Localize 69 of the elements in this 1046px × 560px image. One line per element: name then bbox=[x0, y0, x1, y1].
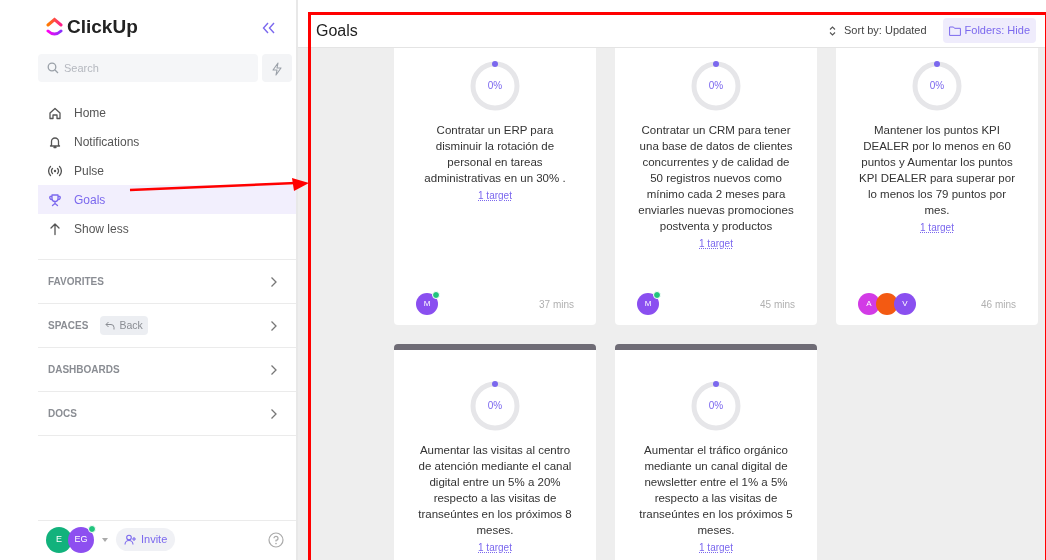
lightning-icon bbox=[271, 61, 283, 76]
goal-title: Aumentar el tráfico orgánico mediante un canal digital de newsletter entre el 1% a 5% respecto a las visitas de transeúntes en los próximos 5 meses. bbox=[638, 443, 794, 538]
progress-percent: 0% bbox=[929, 81, 945, 91]
goal-title: Aumentar las visitas al centro de atención mediante el canal digital entre un 5% a 20% respecto a las visitas de transeúntes en los próximos 8 meses. bbox=[417, 443, 573, 538]
goal-card[interactable]: 0% Contratar un ERP para disminuir la rotación de personal en tareas administrativas en un 30% . 1 target M 37 mins bbox=[394, 48, 596, 325]
page-title: Goals bbox=[316, 20, 358, 41]
return-arrow-icon bbox=[105, 321, 116, 330]
chevron-right-icon bbox=[270, 408, 278, 421]
progress-ring bbox=[469, 60, 521, 112]
progress-ring bbox=[690, 60, 742, 112]
avatar[interactable]: EG bbox=[68, 526, 94, 553]
double-chevron-icon bbox=[262, 21, 276, 34]
targets-link[interactable]: 1 target bbox=[920, 222, 954, 234]
updated-time: 37 mins bbox=[539, 297, 574, 312]
sort-icon bbox=[829, 25, 836, 36]
updated-time: 45 mins bbox=[760, 297, 795, 312]
broadcast-icon bbox=[48, 163, 62, 178]
logo-icon bbox=[46, 17, 63, 37]
chevron-right-icon bbox=[270, 320, 278, 333]
folders-toggle-button[interactable]: Folders: Hide bbox=[942, 18, 1036, 43]
home-icon bbox=[48, 105, 62, 120]
caret-down-icon bbox=[102, 538, 108, 543]
help-icon bbox=[268, 532, 284, 549]
progress-ring bbox=[469, 380, 521, 432]
goal-card[interactable]: 0% Mantener los puntos KPI DEALER por lo menos en 60 puntos y Aumentar los puntos KPI DEALER para superar por lo menos los 79 puntos por mes. 1 target A V 46 mins bbox=[836, 48, 1038, 325]
avatar[interactable]: M bbox=[637, 293, 659, 315]
avatar[interactable]: M bbox=[416, 293, 438, 315]
goal-title: Contratar un CRM para tener una base de datos de clientes concurrentes y de calidad de 50 registros nuevos como mínimo cada 2 meses para enviarles nuevas promociones postventa y productos bbox=[637, 123, 795, 234]
nav-item[interactable]: Pulse bbox=[38, 156, 296, 185]
invite-button[interactable]: Invite bbox=[116, 528, 176, 551]
progress-percent: 0% bbox=[487, 81, 503, 91]
bell-icon bbox=[48, 134, 62, 149]
goal-card[interactable]: 0% Aumentar el tráfico orgánico mediante un canal digital de newsletter entre el 1% a 5% respecto a las visitas de transeúntes en los próximos 5 meses. 1 target bbox=[615, 344, 817, 560]
avatar[interactable]: V bbox=[894, 293, 916, 315]
goal-card[interactable]: 0% Aumentar las visitas al centro de atención mediante el canal digital entre un 5% a 20% respecto a las visitas de transeúntes en los próximos 8 meses. 1 target bbox=[394, 344, 596, 560]
chevron-right-icon bbox=[270, 276, 278, 289]
search-field[interactable]: Search bbox=[38, 54, 258, 82]
back-button[interactable]: Back bbox=[100, 315, 148, 336]
trophy-icon bbox=[48, 192, 62, 207]
nav-item[interactable]: Show less bbox=[38, 214, 296, 243]
progress-ring bbox=[690, 380, 742, 432]
section-label: DASHBOARDS bbox=[48, 363, 120, 377]
avatar[interactable]: E bbox=[46, 526, 72, 553]
targets-link[interactable]: 1 target bbox=[699, 542, 733, 554]
avatar[interactable] bbox=[876, 293, 898, 315]
folder-icon bbox=[948, 25, 961, 36]
nav-item[interactable]: Home bbox=[38, 98, 296, 127]
add-user-icon bbox=[124, 534, 137, 545]
arrow-up-icon bbox=[48, 221, 62, 236]
goal-card[interactable] bbox=[615, 48, 817, 325]
logo-text: ClickUp bbox=[67, 14, 138, 39]
goal-title: Mantener los puntos KPI DEALER por lo menos en 60 puntos y Aumentar los puntos KPI DEALER para superar por lo menos los 79 puntos por mes. bbox=[858, 123, 1016, 218]
section-label: SPACES bbox=[48, 319, 89, 333]
sort-button[interactable]: Sort by: Updated bbox=[829, 22, 927, 39]
section-label: FAVORITES bbox=[48, 275, 104, 289]
targets-link[interactable]: 1 target bbox=[699, 238, 733, 250]
progress-percent: 0% bbox=[487, 401, 503, 411]
progress-percent: 0% bbox=[708, 401, 724, 411]
nav-item[interactable]: Notifications bbox=[38, 127, 296, 156]
chevron-right-icon bbox=[270, 364, 278, 377]
updated-time: 46 mins bbox=[981, 297, 1016, 312]
section-label: DOCS bbox=[48, 407, 77, 421]
avatar[interactable]: A bbox=[858, 293, 880, 315]
progress-ring bbox=[911, 60, 963, 112]
nav-item[interactable]: Goals bbox=[38, 185, 296, 214]
targets-link[interactable]: 1 target bbox=[478, 542, 512, 554]
targets-link[interactable]: 1 target bbox=[478, 190, 512, 202]
goal-title: Contratar un ERP para disminuir la rotación de personal en tareas administrativas en un 30% . bbox=[423, 123, 567, 186]
progress-percent: 0% bbox=[708, 81, 724, 91]
